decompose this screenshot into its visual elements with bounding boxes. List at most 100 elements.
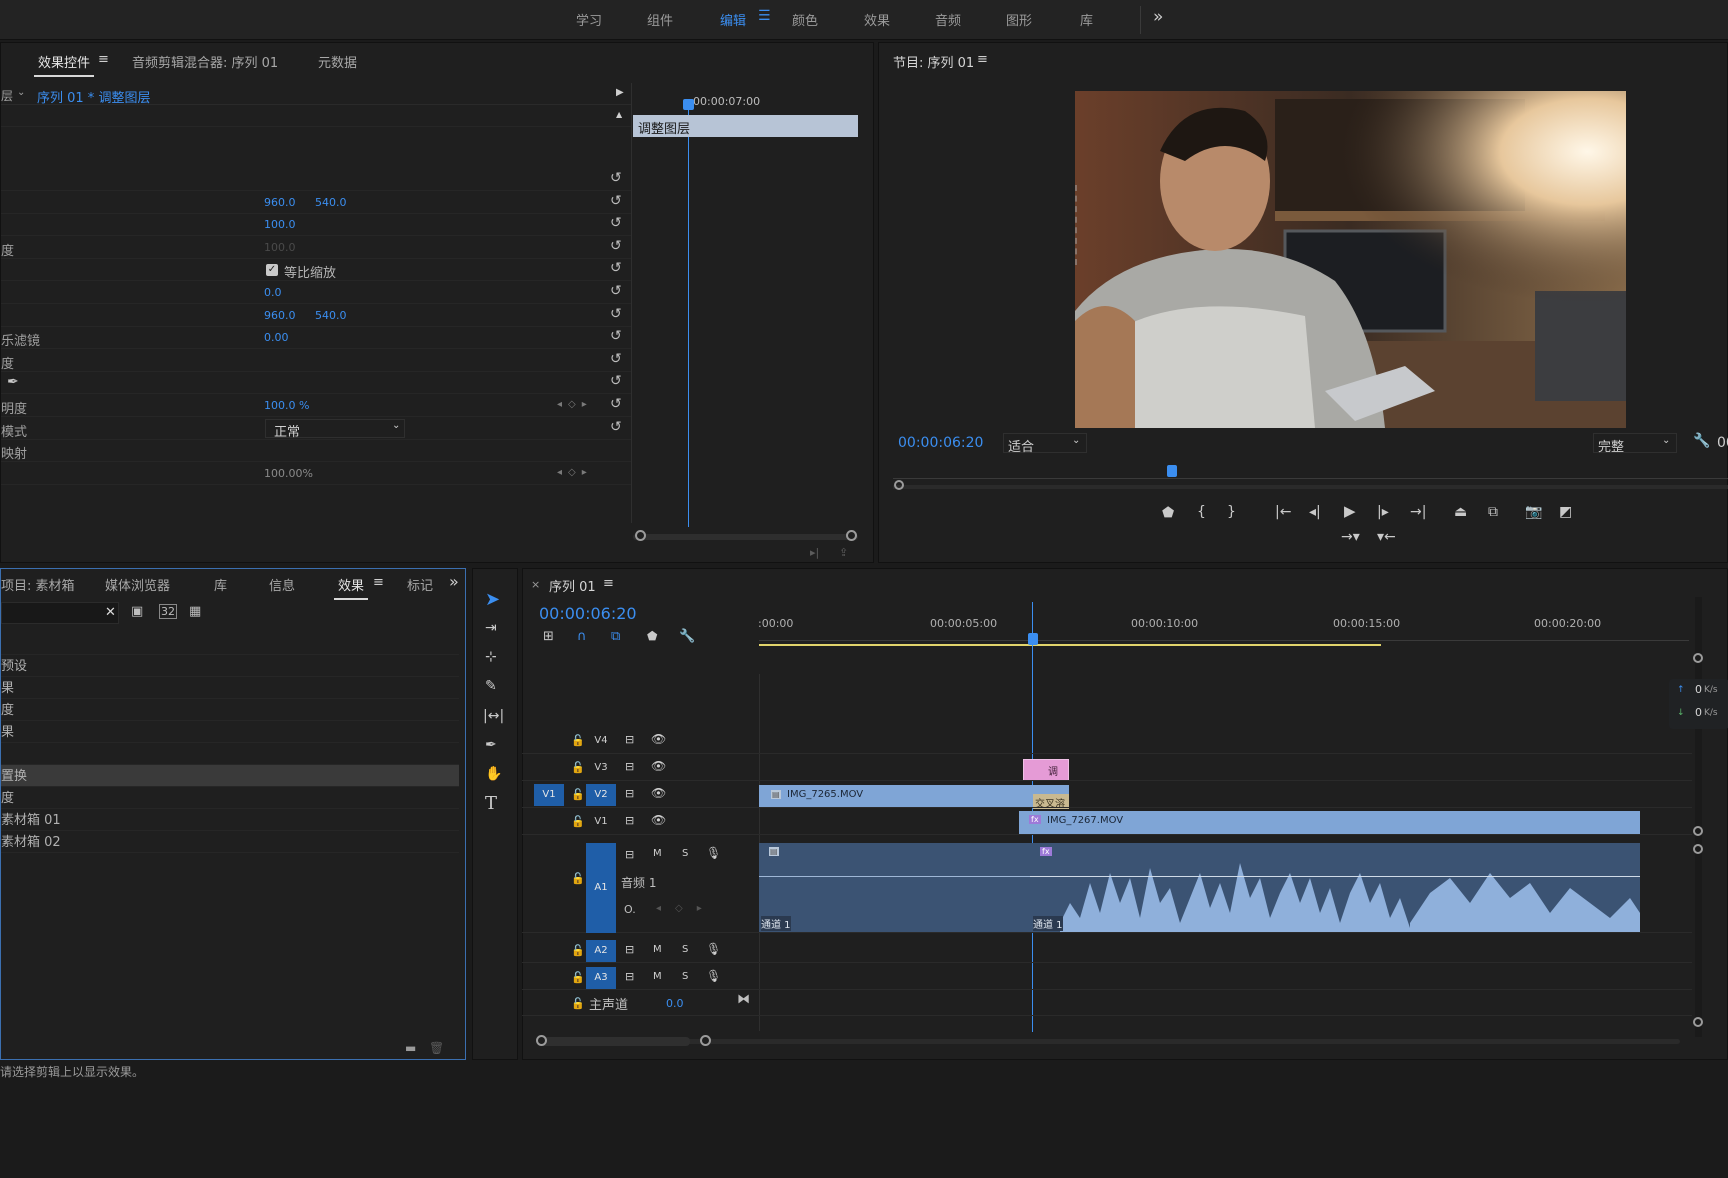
effects-list-item[interactable]	[1, 633, 459, 655]
delete-icon[interactable]: 🗑	[429, 1041, 444, 1055]
add-marker-icon[interactable]: ⬟	[647, 630, 657, 642]
tab-media-browser[interactable]: 媒体浏览器	[105, 575, 170, 594]
go-to-out-icon[interactable]: →|	[1410, 505, 1426, 519]
uniform-scale-checkbox[interactable]: ✓	[266, 264, 278, 277]
filter-icon[interactable]: ▸|	[810, 546, 819, 559]
mute-button[interactable]: M	[653, 971, 662, 982]
scrollbar-thumb[interactable]	[540, 1037, 690, 1046]
sync-lock-icon[interactable]: ⊟	[625, 787, 634, 800]
work-area-bar[interactable]	[759, 644, 1381, 646]
yuv-effects-icon[interactable]: ▦	[189, 604, 201, 619]
sync-lock-icon[interactable]: ⊟	[625, 943, 634, 956]
reset-parameter-icon[interactable]: ↺	[610, 306, 622, 322]
vertical-scrollbar[interactable]	[1695, 597, 1702, 1037]
sync-lock-icon[interactable]: ⊟	[625, 760, 634, 773]
eye-icon[interactable]: 👁	[651, 786, 666, 800]
play-only-audio-icon[interactable]: ▶	[616, 87, 624, 98]
effects-list-item[interactable]: 置换	[1, 765, 459, 787]
tab-effects[interactable]: 效果	[333, 575, 369, 600]
reset-parameter-icon[interactable]: ↺	[610, 396, 622, 412]
go-to-in-icon[interactable]: |←	[1275, 505, 1291, 519]
mini-scrollbar[interactable]	[633, 534, 858, 540]
lock-icon[interactable]: 🔓	[571, 734, 585, 747]
workspace-color[interactable]: 颜色	[792, 10, 818, 29]
track-target-a2[interactable]: A2	[586, 940, 616, 962]
workspace-learn[interactable]: 学习	[576, 10, 602, 29]
solo-button[interactable]: S	[682, 944, 688, 955]
linked-selection-icon[interactable]: ⧉	[611, 630, 620, 643]
eye-icon[interactable]: 👁	[651, 732, 666, 746]
property-value[interactable]: 0.00	[264, 331, 289, 344]
export-icon[interactable]: ⇪	[839, 546, 848, 559]
mark-in-icon[interactable]: {	[1197, 505, 1206, 519]
tab-info[interactable]: 信息	[269, 575, 295, 594]
sync-lock-icon[interactable]: ⊟	[625, 814, 634, 827]
track-target-v1[interactable]: V1	[586, 811, 616, 833]
new-bin-icon[interactable]: ▬	[405, 1041, 416, 1055]
timeline-zoom-scrollbar[interactable]	[540, 1039, 1680, 1044]
track-target-v3[interactable]: V3	[586, 757, 616, 779]
selection-tool-icon[interactable]: ➤	[485, 591, 500, 609]
workspace-assembly[interactable]: 组件	[647, 10, 673, 29]
track-target-a1[interactable]: A1	[586, 843, 616, 933]
tab-libraries[interactable]: 库	[214, 575, 227, 594]
program-timecode[interactable]: 00:00:06:20	[898, 435, 983, 451]
source-patch-v1[interactable]: V1	[534, 784, 564, 806]
eye-icon[interactable]: 👁	[651, 813, 666, 827]
program-monitor-title[interactable]: 节目: 序列 01	[893, 52, 974, 71]
reset-parameter-icon[interactable]: ↺	[610, 193, 622, 209]
reset-parameter-icon[interactable]: ↺	[610, 170, 622, 186]
tab-markers[interactable]: 标记	[407, 575, 433, 594]
scrollbar-handle-top[interactable]	[1693, 653, 1703, 663]
search-input[interactable]	[1, 602, 119, 624]
effects-list-item[interactable]: 预设	[1, 655, 459, 677]
lock-icon[interactable]: 🔓	[571, 815, 585, 828]
property-value[interactable]: 100.00%	[264, 467, 313, 480]
scrollbar-handle-bottom[interactable]	[1693, 826, 1703, 836]
keyframe-toggle-icon[interactable]: O.	[624, 903, 636, 916]
property-value[interactable]: 100.0	[264, 218, 296, 231]
overwrite-icon[interactable]: ▾←	[1377, 530, 1396, 544]
sync-lock-icon[interactable]: ⊟	[625, 848, 634, 861]
panel-menu-icon[interactable]: ≡	[977, 52, 988, 67]
keyframe-nav-icon[interactable]: ◂◇▸	[656, 903, 716, 914]
keyframe-nav-icon[interactable]: ◂◇▸	[557, 399, 593, 410]
tab-metadata[interactable]: 元数据	[318, 52, 357, 71]
playhead-handle[interactable]	[1028, 633, 1038, 645]
track-target-a3[interactable]: A3	[586, 967, 616, 989]
lock-icon[interactable]: 🔓	[571, 944, 585, 957]
microphone-icon[interactable]: 🎙	[706, 846, 721, 860]
scrollbar-handle-right[interactable]	[700, 1035, 711, 1046]
add-marker-icon[interactable]: ⬟	[1162, 506, 1174, 520]
track-target-v4[interactable]: V4	[586, 730, 616, 752]
effects-list-item[interactable]: 素材箱 01	[1, 809, 459, 831]
zoom-select[interactable]: 适合 ⌄	[1003, 433, 1087, 455]
scrollbar-handle-top[interactable]	[1693, 844, 1703, 854]
sync-lock-icon[interactable]: ⊟	[625, 970, 634, 983]
master-volume-value[interactable]: 0.0	[666, 997, 684, 1010]
scrollbar-handle-right[interactable]	[846, 530, 857, 541]
property-value[interactable]: 960.0	[264, 309, 296, 322]
scrollbar-handle-bottom[interactable]	[1693, 1017, 1703, 1027]
hand-tool-icon[interactable]: ✋	[485, 767, 502, 781]
workspace-libraries[interactable]: 库	[1080, 10, 1093, 29]
property-value[interactable]: 540.0	[315, 196, 347, 209]
workspace-editing[interactable]: 编辑	[720, 10, 746, 29]
step-forward-icon[interactable]: |▸	[1377, 505, 1389, 519]
slip-tool-icon[interactable]: |↔|	[483, 709, 504, 723]
mute-button[interactable]: M	[653, 944, 662, 955]
lock-icon[interactable]: 🔓	[571, 997, 585, 1010]
panel-menu-icon[interactable]: ≡	[98, 52, 109, 67]
comparison-view-icon[interactable]: ◩	[1559, 505, 1572, 519]
export-frame-icon[interactable]: 📷	[1525, 505, 1542, 519]
go-to-end-icon[interactable]: ⧓	[737, 992, 750, 1007]
mask-pen-icon[interactable]: ✒	[7, 374, 19, 390]
extract-icon[interactable]: ⧉	[1488, 505, 1498, 519]
snap-icon[interactable]: ∩	[577, 630, 587, 643]
effects-list-item[interactable]	[1, 743, 459, 765]
effects-list-item[interactable]: 果	[1, 677, 459, 699]
scrollbar-handle-left[interactable]	[536, 1035, 547, 1046]
sync-lock-icon[interactable]: ⊟	[625, 733, 634, 746]
time-ruler[interactable]	[893, 469, 1728, 479]
panel-menu-icon[interactable]: ≡	[373, 575, 384, 590]
